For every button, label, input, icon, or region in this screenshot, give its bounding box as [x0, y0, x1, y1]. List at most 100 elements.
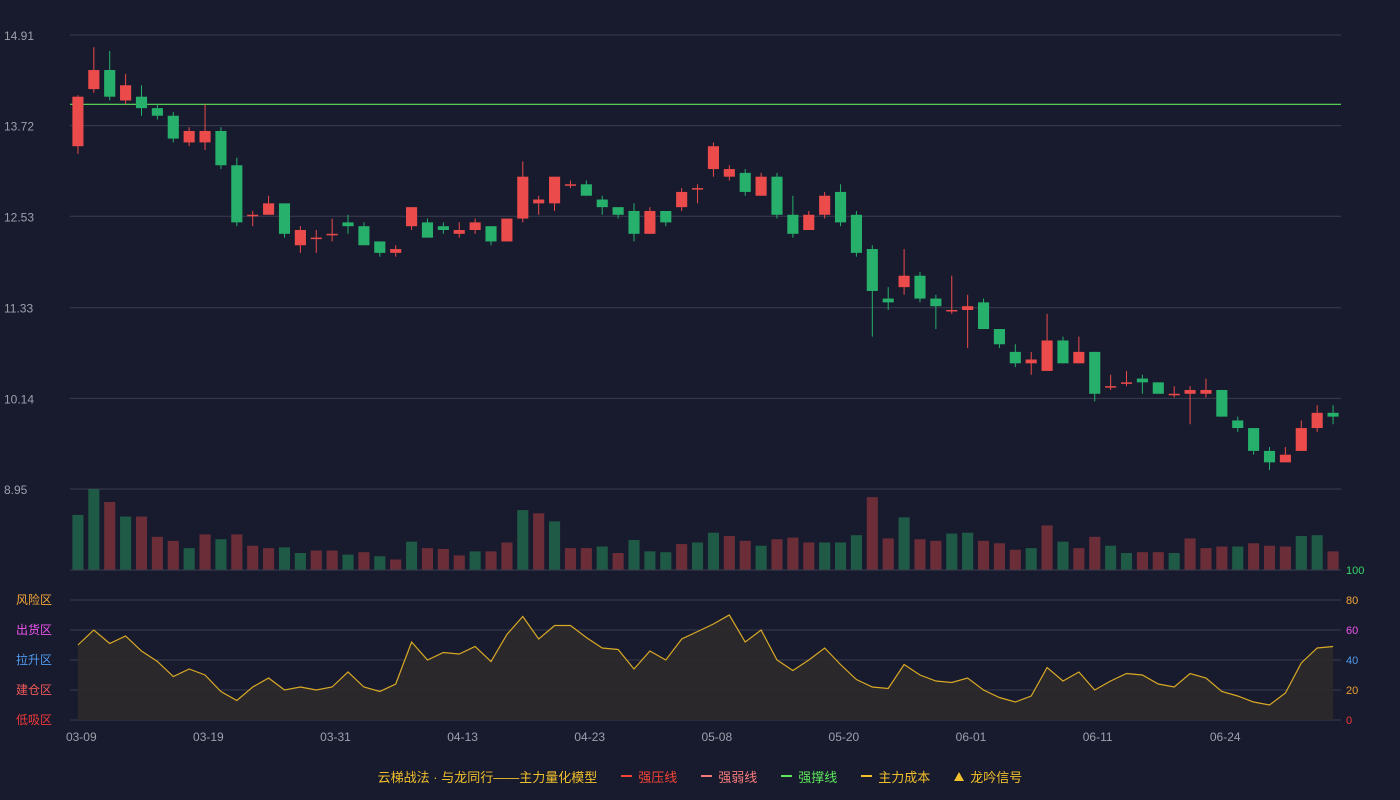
candle-body: [882, 298, 894, 303]
volume-bar: [850, 535, 862, 570]
candle-body: [946, 309, 958, 312]
volume-bar: [517, 510, 529, 570]
volume-bar: [501, 542, 513, 570]
candle-body: [485, 226, 497, 242]
candle-body: [1232, 420, 1244, 429]
candle-body: [310, 237, 322, 240]
x-tick-label: 03-19: [193, 730, 224, 744]
x-tick-label: 03-31: [320, 730, 351, 744]
volume-bar: [406, 541, 418, 570]
candle-body: [564, 184, 577, 186]
volume-bar: [88, 489, 100, 570]
candle-body: [644, 210, 656, 234]
candle-body: [1200, 389, 1212, 394]
volume-bar: [485, 551, 497, 570]
candle-body: [374, 241, 386, 253]
volume-bar: [263, 548, 275, 570]
legend-label: 主力成本: [878, 769, 931, 785]
candle-body: [803, 214, 815, 231]
price-tick-label: 12.53: [4, 210, 34, 224]
volume-bar: [787, 537, 799, 570]
candle-body: [120, 85, 132, 101]
volume-bar: [310, 550, 322, 570]
indicator-tick-label: 0: [1346, 715, 1352, 727]
candle-body: [1057, 340, 1069, 364]
candle-body: [1120, 382, 1133, 384]
candle-body: [977, 302, 990, 330]
triangle-icon: [954, 771, 965, 781]
price-tick-label: 8.95: [4, 483, 28, 497]
candle-body: [294, 230, 306, 246]
candle-body: [962, 306, 974, 310]
volume-bar: [803, 542, 815, 570]
volume-bar: [1200, 548, 1212, 570]
volume-bar: [1041, 525, 1053, 570]
volume-bar: [596, 546, 608, 570]
legend-item: 龙吟信号: [954, 767, 1022, 786]
volume-bar: [374, 556, 386, 570]
volume-bar: [437, 548, 449, 570]
volume-bar: [1168, 552, 1180, 570]
candle-body: [1041, 340, 1053, 371]
volume-bar: [549, 521, 561, 570]
candle-body: [104, 70, 116, 97]
candle-body: [469, 222, 481, 231]
volume-bar: [342, 554, 354, 570]
volume-bar: [469, 551, 481, 570]
candle-body: [1073, 351, 1085, 364]
volume-bar: [1295, 535, 1307, 570]
volume-bar: [326, 550, 338, 570]
candle-body: [167, 115, 179, 139]
candle-body: [707, 146, 720, 170]
candle-body: [358, 226, 370, 246]
candle-body: [215, 130, 227, 166]
candle-body: [437, 226, 449, 231]
volume-bar: [914, 539, 926, 570]
candle-body: [199, 130, 211, 143]
volume-bar: [120, 516, 132, 570]
volume-bar: [739, 540, 751, 570]
volume-bar: [183, 548, 195, 570]
candle-body: [1295, 428, 1307, 451]
price-tick-label: 11.33: [4, 302, 33, 316]
main-force-area: [77, 615, 1334, 720]
volume-bar: [834, 542, 847, 570]
indicator-tick-label: 40: [1346, 655, 1358, 667]
volume-bar: [199, 534, 211, 570]
volume-bar: [707, 532, 720, 570]
candle-body: [549, 176, 561, 204]
legend-label: 云梯战法 · 与龙同行——主力量化模型: [377, 769, 598, 785]
volume-bar: [660, 552, 672, 570]
candle-body: [930, 298, 942, 307]
volume-bar: [612, 552, 624, 570]
indicator-tick-label: 100: [1346, 565, 1364, 577]
volume-bar: [151, 536, 163, 570]
candle-body: [755, 176, 767, 196]
legend-label: 龙吟信号: [970, 769, 1023, 785]
candle-body: [993, 329, 1005, 345]
candle-body: [691, 188, 704, 190]
candle-body: [1263, 450, 1276, 463]
zone-label: 低吸区: [16, 713, 52, 727]
volume-bar: [390, 559, 402, 570]
x-tick-label: 04-23: [574, 730, 605, 744]
zone-label: 建仓区: [16, 683, 52, 697]
volume-bar: [453, 555, 465, 570]
volume-bar: [1311, 535, 1323, 570]
volume-bar: [930, 540, 942, 570]
candle-body: [390, 249, 402, 253]
x-tick-label: 03-09: [66, 730, 97, 744]
legend-item: 主力成本: [861, 767, 930, 786]
volume-bar: [882, 538, 894, 570]
volume-bar: [771, 539, 783, 570]
legend-line-icon: [781, 775, 793, 777]
legend-item: 云梯战法 · 与龙同行——主力量化模型: [378, 767, 598, 786]
candle-body: [342, 222, 354, 227]
candle-body: [580, 184, 592, 196]
candle-body: [1009, 351, 1021, 364]
candle-body: [1279, 454, 1291, 463]
candle-body: [326, 233, 338, 236]
candle-body: [1105, 386, 1117, 388]
legend-item: 强弱线: [701, 767, 757, 786]
volume-bar: [231, 534, 243, 570]
